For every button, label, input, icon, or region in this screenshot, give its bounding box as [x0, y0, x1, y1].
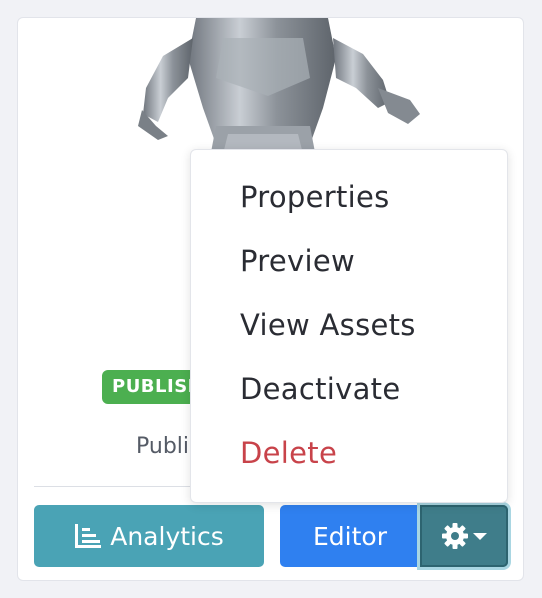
- chevron-down-icon: [473, 532, 487, 540]
- menu-item-properties[interactable]: Properties: [240, 180, 390, 214]
- analytics-label: Analytics: [110, 521, 224, 551]
- robot-thumbnail[interactable]: [18, 18, 523, 168]
- menu-item-view-assets[interactable]: View Assets: [240, 308, 416, 342]
- menu-item-deactivate[interactable]: Deactivate: [240, 372, 400, 406]
- gear-icon: [442, 523, 468, 549]
- settings-dropdown-menu: Properties Preview View Assets Deactivat…: [190, 149, 508, 503]
- editor-label: Editor: [313, 521, 387, 551]
- editor-button[interactable]: Editor: [280, 505, 420, 567]
- analytics-button[interactable]: Analytics: [34, 505, 264, 567]
- bar-chart-icon: [75, 524, 102, 548]
- menu-item-delete[interactable]: Delete: [240, 436, 337, 470]
- menu-item-preview[interactable]: Preview: [240, 244, 355, 278]
- settings-dropdown-button[interactable]: [420, 505, 508, 567]
